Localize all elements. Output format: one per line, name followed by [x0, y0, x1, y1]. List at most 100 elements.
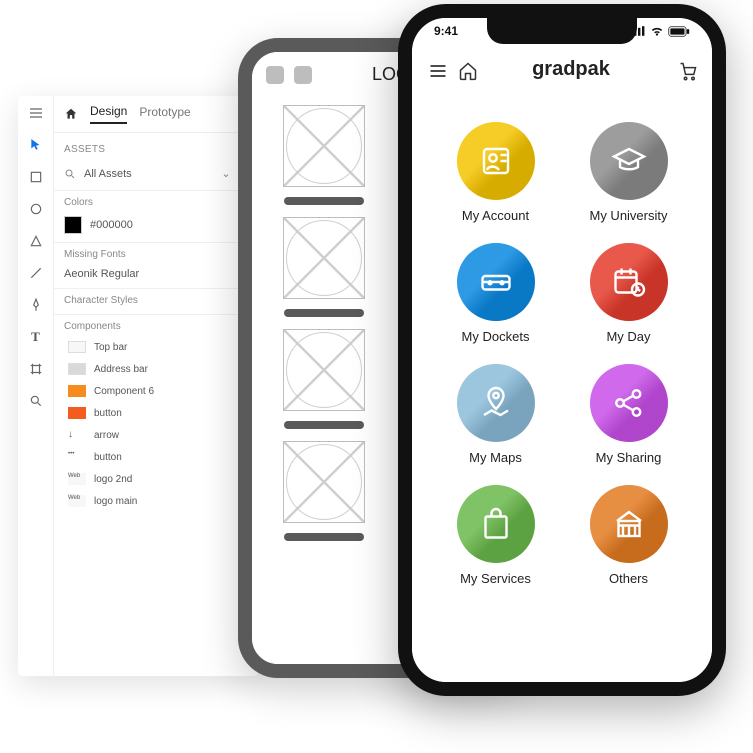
grid-item-sharing[interactable]: My Sharing: [573, 364, 684, 465]
image-placeholder-icon: [283, 441, 365, 523]
wireframe-cell: [274, 217, 374, 317]
component-item[interactable]: Weblogo main: [54, 490, 258, 512]
search-icon: [64, 168, 76, 180]
arrow-icon: ↓: [68, 429, 86, 441]
rectangle-tool-icon[interactable]: [27, 168, 45, 186]
image-placeholder-icon: [283, 329, 365, 411]
final-phone: 9:41 gradpak My Account My University: [398, 4, 726, 696]
menu-icon[interactable]: [428, 61, 446, 79]
char-styles-label: Character Styles: [64, 295, 138, 306]
component-item[interactable]: ••• button: [54, 446, 258, 468]
services-icon: [457, 485, 535, 563]
component-item[interactable]: ↓ arrow: [54, 424, 258, 446]
component-label: Address bar: [94, 364, 148, 375]
maps-icon: [457, 364, 535, 442]
battery-icon: [668, 26, 690, 37]
triangle-tool-icon[interactable]: [27, 232, 45, 250]
grid-item-label: My Day: [606, 329, 650, 344]
component-swatch: [68, 363, 86, 375]
component-label: arrow: [94, 430, 119, 441]
grid-item-label: My Dockets: [462, 329, 530, 344]
app-grid: My Account My University My Dockets My D…: [412, 106, 712, 682]
component-swatch: •••: [68, 451, 86, 463]
wireframe-cell: [274, 329, 374, 429]
status-icons: [630, 24, 690, 38]
image-placeholder-icon: [283, 105, 365, 187]
assets-filter-label: All Assets: [84, 168, 213, 180]
text-placeholder: [284, 533, 364, 541]
tab-prototype[interactable]: Prototype: [139, 105, 190, 123]
missing-font-row[interactable]: Aeonik Regular: [54, 264, 258, 284]
tab-design[interactable]: Design: [90, 104, 127, 124]
grid-item-university[interactable]: My University: [573, 122, 684, 223]
status-time: 9:41: [434, 24, 458, 38]
grid-item-services[interactable]: My Services: [440, 485, 551, 586]
sharing-icon: [590, 364, 668, 442]
final-screen: 9:41 gradpak My Account My University: [412, 18, 712, 682]
day-icon: [590, 243, 668, 321]
components-head: Components: [54, 314, 258, 336]
tool-column: T: [18, 96, 54, 676]
grid-item-account[interactable]: My Account: [440, 122, 551, 223]
component-label: button: [94, 452, 122, 463]
ellipse-tool-icon[interactable]: [27, 200, 45, 218]
missing-fonts-head: Missing Fonts: [54, 242, 258, 264]
grid-item-label: My Maps: [469, 450, 522, 465]
component-label: logo main: [94, 496, 137, 507]
component-swatch: [68, 385, 86, 397]
university-icon: [590, 122, 668, 200]
home-icon[interactable]: [458, 61, 476, 79]
app-header: gradpak: [412, 58, 712, 81]
font-name: Aeonik Regular: [64, 268, 139, 280]
text-placeholder: [284, 197, 364, 205]
wifi-icon: [650, 24, 664, 38]
component-label: logo 2nd: [94, 474, 132, 485]
grid-item-label: Others: [609, 571, 648, 586]
others-icon: [590, 485, 668, 563]
component-item[interactable]: Address bar: [54, 358, 258, 380]
missing-fonts-label: Missing Fonts: [64, 249, 126, 260]
component-swatch: [68, 407, 86, 419]
text-placeholder: [284, 309, 364, 317]
grid-item-label: My Services: [460, 571, 531, 586]
components-label: Components: [64, 321, 121, 332]
text-tool-icon[interactable]: T: [27, 328, 45, 346]
component-label: Component 6: [94, 386, 154, 397]
component-swatch: Web: [68, 473, 86, 485]
cart-icon[interactable]: [678, 61, 696, 79]
colors-head: Colors: [54, 190, 258, 212]
text-placeholder: [284, 421, 364, 429]
design-tool-panel: T Design Prototype ASSETS + All Assets ⌄…: [18, 96, 258, 676]
color-row[interactable]: #000000: [54, 212, 258, 238]
select-tool-icon[interactable]: [27, 136, 45, 154]
placeholder-square: [266, 66, 284, 84]
grid-item-others[interactable]: Others: [573, 485, 684, 586]
artboard-tool-icon[interactable]: [27, 360, 45, 378]
assets-filter-row[interactable]: All Assets ⌄ ▦: [54, 161, 258, 186]
wireframe-cell: [274, 441, 374, 541]
grid-item-label: My Sharing: [596, 450, 662, 465]
grid-item-day[interactable]: My Day: [573, 243, 684, 344]
component-item[interactable]: Component 6: [54, 380, 258, 402]
color-swatch: [64, 216, 82, 234]
pen-tool-icon[interactable]: [27, 296, 45, 314]
grid-item-label: My Account: [462, 208, 529, 223]
image-placeholder-icon: [283, 217, 365, 299]
hamburger-icon[interactable]: [27, 104, 45, 122]
component-item[interactable]: Web logo 2nd: [54, 468, 258, 490]
zoom-tool-icon[interactable]: [27, 392, 45, 410]
component-item[interactable]: Top bar: [54, 336, 258, 358]
char-styles-head: Character Styles: [54, 288, 258, 310]
home-icon[interactable]: [64, 107, 78, 121]
component-item[interactable]: button: [54, 402, 258, 424]
panel-top-bar: Design Prototype: [54, 96, 258, 133]
component-swatch: [68, 341, 86, 353]
color-hex: #000000: [90, 219, 133, 231]
grid-item-maps[interactable]: My Maps: [440, 364, 551, 465]
grid-item-dockets[interactable]: My Dockets: [440, 243, 551, 344]
phone-notch: [487, 18, 637, 44]
component-label: button: [94, 408, 122, 419]
line-tool-icon[interactable]: [27, 264, 45, 282]
component-label: Top bar: [94, 342, 127, 353]
colors-label: Colors: [64, 197, 93, 208]
